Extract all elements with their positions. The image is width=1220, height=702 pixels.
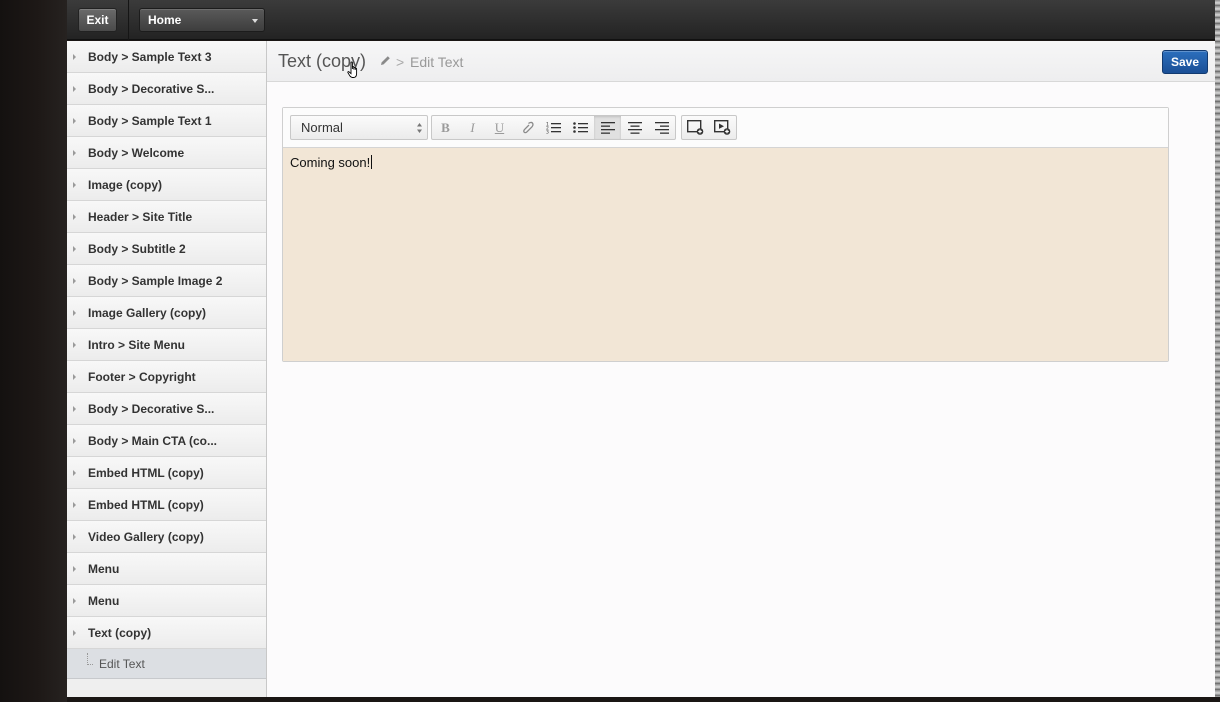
main-header: Text (copy) > Edit Text Save [267,41,1215,82]
breadcrumb-current: Edit Text [410,54,464,70]
expand-arrow-icon [73,534,76,540]
format-select-value: Normal [301,120,343,135]
expand-arrow-icon [73,438,76,444]
sidebar-item[interactable]: Menu [67,585,266,617]
expand-arrow-icon [73,374,76,380]
sidebar-item[interactable]: Body > Welcome [67,137,266,169]
svg-text:3: 3 [546,130,549,135]
expand-arrow-icon [73,278,76,284]
sidebar-subitem-label: Edit Text [99,656,145,671]
sidebar-subitem-edit-text[interactable]: Edit Text [67,649,266,679]
sidebar-item-label: Video Gallery (copy) [88,529,204,544]
expand-arrow-icon [73,502,76,508]
ordered-list-icon[interactable]: 123 [540,116,567,139]
sidebar-item-text-copy[interactable]: Text (copy) [67,617,266,649]
expand-arrow-icon [73,310,76,316]
sidebar-item-label: Body > Welcome [88,145,185,160]
sidebar-item-label: Body > Decorative S... [88,401,215,416]
page-select-value: Home [148,13,182,27]
pencil-icon[interactable] [380,55,391,66]
sidebar-item-label: Body > Subtitle 2 [88,241,186,256]
sidebar-item-label: Footer > Copyright [88,369,196,384]
window-edge-right [1215,0,1220,702]
underline-icon[interactable]: U [486,116,513,139]
chevron-down-icon [252,19,258,23]
expand-arrow-icon [73,470,76,476]
sidebar-item[interactable]: Menu [67,553,266,585]
expand-arrow-icon [73,598,76,604]
bullet-list-icon[interactable] [567,116,594,139]
sidebar-item-label: Embed HTML (copy) [88,497,204,512]
sidebar-item[interactable]: Body > Sample Text 3 [67,41,266,73]
expand-arrow-icon [73,214,76,220]
exit-button[interactable]: Exit [78,8,117,32]
sidebar-item-label: Body > Sample Text 1 [88,113,212,128]
expand-arrow-icon [73,182,76,188]
editor-text: Coming soon! [290,155,371,170]
italic-icon[interactable]: I [459,116,486,139]
tree-connector [87,653,93,665]
sidebar-item-label: Image Gallery (copy) [88,305,207,320]
updown-arrows-icon [417,123,422,133]
expand-arrow-icon [73,86,76,92]
align-left-icon[interactable] [594,116,621,139]
sidebar-item-label: Image (copy) [88,177,163,192]
page-select[interactable]: Home [139,8,265,32]
expand-arrow-icon [73,342,76,348]
expand-arrow-icon [73,246,76,252]
sidebar: Body > Sample Text 3 Body > Decorative S… [67,41,267,697]
sidebar-item[interactable]: Header > Site Title [67,201,266,233]
bold-icon[interactable]: B [432,116,459,139]
insert-video-icon[interactable] [709,116,736,139]
sidebar-item[interactable]: Body > Decorative S... [67,73,266,105]
sidebar-item[interactable]: Intro > Site Menu [67,329,266,361]
sidebar-item[interactable]: Footer > Copyright [67,361,266,393]
rich-text-editor: Normal B I U 123 Coming soon! [282,107,1169,362]
hand-cursor-icon [347,61,358,78]
link-icon[interactable] [513,116,540,139]
sidebar-item-label: Body > Decorative S... [88,81,215,96]
insert-image-icon[interactable] [682,116,709,139]
expand-arrow-icon [73,630,76,636]
sidebar-item-label: Embed HTML (copy) [88,465,204,480]
sidebar-item-label: Body > Sample Text 3 [88,49,212,64]
breadcrumb-separator: > [396,54,405,70]
sidebar-item-label: Body > Main CTA (co... [88,433,218,448]
expand-arrow-icon [73,54,76,60]
expand-arrow-icon [73,118,76,124]
format-select[interactable]: Normal [290,115,428,140]
expand-arrow-icon [73,150,76,156]
sidebar-item-label: Header > Site Title [88,209,193,224]
sidebar-item[interactable]: Body > Sample Text 1 [67,105,266,137]
sidebar-item-label: Menu [88,561,120,576]
sidebar-item-label: Body > Sample Image 2 [88,273,223,288]
sidebar-item[interactable]: Body > Decorative S... [67,393,266,425]
window-edge-bottom [67,697,1220,702]
editor-content-area[interactable]: Coming soon! [283,148,1168,361]
expand-arrow-icon [73,566,76,572]
expand-arrow-icon [73,406,76,412]
editor-toolbar: Normal B I U 123 [283,108,1168,148]
window-backdrop-left [0,0,67,702]
sidebar-item[interactable]: Image Gallery (copy) [67,297,266,329]
align-right-icon[interactable] [648,116,675,139]
sidebar-item[interactable]: Body > Sample Image 2 [67,265,266,297]
sidebar-item[interactable]: Embed HTML (copy) [67,489,266,521]
sidebar-item[interactable]: Embed HTML (copy) [67,457,266,489]
media-group [681,115,737,140]
main-panel: Text (copy) > Edit Text Save Normal B I … [267,41,1215,697]
sidebar-item[interactable]: Image (copy) [67,169,266,201]
toolbar-divider [128,0,129,40]
sidebar-item[interactable]: Video Gallery (copy) [67,521,266,553]
sidebar-item-label: Menu [88,593,120,608]
sidebar-item[interactable]: Body > Subtitle 2 [67,233,266,265]
save-button[interactable]: Save [1162,50,1208,74]
text-style-group: B I U 123 [431,115,676,140]
text-caret [371,155,373,169]
sidebar-item-label: Intro > Site Menu [88,337,186,352]
sidebar-item[interactable]: Body > Main CTA (co... [67,425,266,457]
align-center-icon[interactable] [621,116,648,139]
top-toolbar: Exit Home [67,0,1215,40]
sidebar-item-label: Text (copy) [88,625,152,640]
